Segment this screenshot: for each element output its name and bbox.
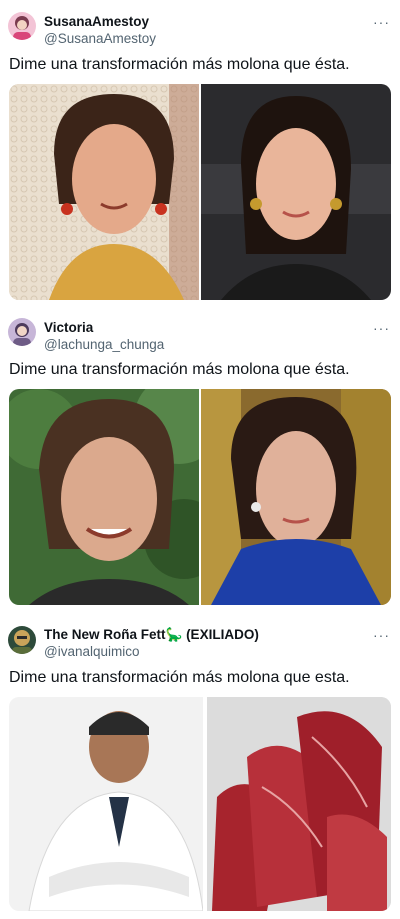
tweet-text: Dime una transformación más molona que e… (9, 669, 350, 686)
author-name[interactable]: Victoria (44, 320, 93, 335)
more-options-button[interactable]: ··· (373, 14, 390, 30)
tweet-photo-1[interactable] (9, 84, 199, 300)
tweet-photo-1[interactable] (9, 697, 203, 911)
tweet-photo-2[interactable] (207, 697, 391, 911)
author-name[interactable]: The New Roña Fett🦕 (EXILIADO) (44, 627, 259, 643)
avatar[interactable] (8, 12, 36, 40)
tweet-text: Dime una transformación más molona que é… (9, 56, 350, 73)
avatar[interactable] (8, 318, 36, 346)
more-options-button[interactable]: ··· (373, 627, 390, 643)
tweet-photo-1[interactable] (9, 389, 199, 605)
tweet-text: Dime una transformación más molona que é… (9, 361, 350, 378)
avatar[interactable] (8, 626, 36, 654)
tweet-media[interactable] (9, 389, 391, 605)
tweet-3: The New Roña Fett🦕 (EXILIADO) @ivanalqui… (0, 616, 400, 919)
author-name[interactable]: SusanaAmestoy (44, 14, 149, 29)
avatar-image-3 (8, 626, 36, 654)
tweet-media[interactable] (9, 697, 391, 911)
author-handle[interactable]: @ivanalquimico (44, 644, 140, 659)
tweet-photo-2[interactable] (201, 84, 391, 300)
author-handle[interactable]: @lachunga_chunga (44, 337, 164, 352)
tweet-2: Victoria @lachunga_chunga ··· Dime una t… (0, 310, 400, 616)
author-handle[interactable]: @SusanaAmestoy (44, 31, 156, 46)
avatar-image-2 (8, 318, 36, 346)
tweet-media[interactable] (9, 84, 391, 300)
tweet-photo-2[interactable] (201, 389, 391, 605)
more-options-button[interactable]: ··· (373, 320, 390, 336)
avatar-image-1 (8, 12, 36, 40)
tweet-1: SusanaAmestoy @SusanaAmestoy ··· Dime un… (0, 0, 400, 310)
